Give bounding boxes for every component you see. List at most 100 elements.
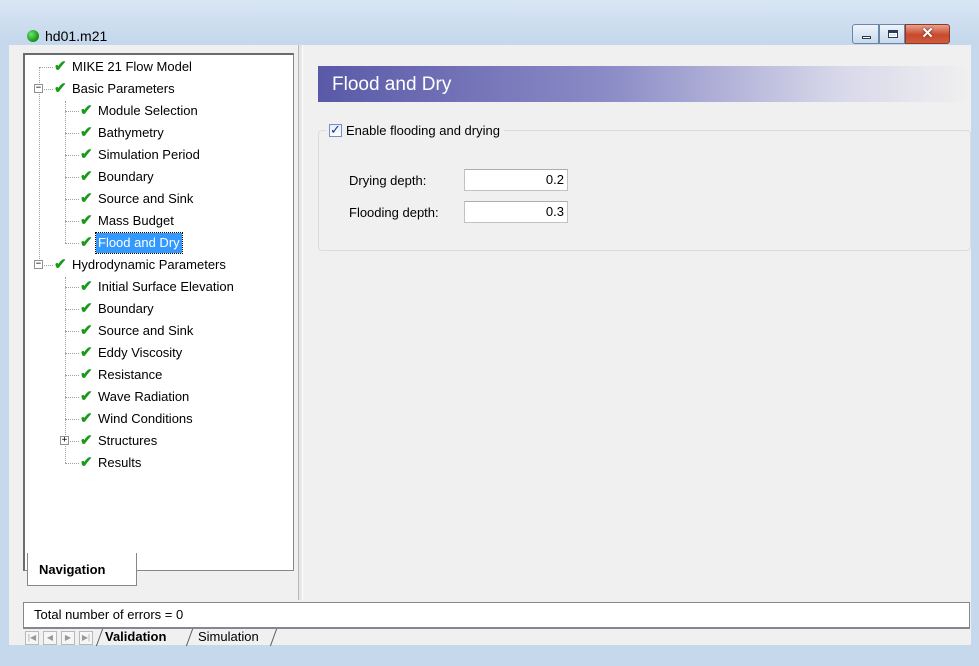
tree-item[interactable]: ✔ Bathymetry — [25, 123, 290, 143]
tree-item-label: Flood and Dry — [95, 232, 183, 254]
tree-item[interactable]: ✔ Source and Sink — [25, 321, 290, 341]
maximize-button[interactable] — [879, 24, 905, 44]
check-icon: ✔ — [80, 146, 93, 163]
title-bar[interactable]: hd01.m21 ✕ — [0, 0, 979, 44]
client-area: ✔ MIKE 21 Flow Model − ✔ Basic Parameters ✔ Mo… — [9, 45, 971, 646]
prev-tab-icon[interactable]: ◀ — [43, 631, 57, 645]
tree-item[interactable]: ✔ MIKE 21 Flow Model — [25, 57, 290, 77]
tree-item-label: Eddy Viscosity — [98, 345, 183, 360]
enable-flooding-label: Enable flooding and drying — [346, 123, 500, 138]
tree-item[interactable]: ✔ Source and Sink — [25, 189, 290, 209]
tree-item[interactable]: ✔ Mass Budget — [25, 211, 290, 231]
tree-item[interactable]: − ✔ Basic Parameters — [25, 79, 290, 99]
check-icon: ✔ — [80, 366, 93, 383]
tree-connector — [65, 199, 79, 200]
tree-item[interactable]: ✔ Wind Conditions — [25, 409, 290, 429]
check-icon: ✔ — [80, 300, 93, 317]
tree-connector — [65, 353, 79, 354]
flooding-depth-input[interactable]: 0.3 — [464, 201, 568, 223]
check-icon: ✔ — [80, 124, 93, 141]
drying-depth-label: Drying depth: — [349, 173, 427, 188]
validation-message: Total number of errors = 0 — [23, 602, 970, 628]
collapse-icon[interactable]: − — [34, 84, 43, 93]
page-header: Flood and Dry — [318, 66, 971, 102]
navigation-tree[interactable]: ✔ MIKE 21 Flow Model − ✔ Basic Parameters ✔ Mo… — [23, 53, 294, 571]
tab-simulation[interactable]: Simulation — [198, 629, 259, 646]
tree-item[interactable]: − ✔ Hydrodynamic Parameters — [25, 255, 290, 275]
check-icon: ✔ — [80, 278, 93, 295]
tree-item-label: Resistance — [98, 367, 163, 382]
drying-depth-input[interactable]: 0.2 — [464, 169, 568, 191]
next-tab-icon[interactable]: ▶ — [61, 631, 75, 645]
tree-item-label: Initial Surface Elevation — [98, 279, 234, 294]
tree-item-label: Bathymetry — [98, 125, 164, 140]
tab-navigation[interactable]: Navigation — [27, 553, 137, 586]
check-icon: ✔ — [80, 388, 93, 405]
first-tab-icon[interactable]: |◀ — [25, 631, 39, 645]
validation-tab-bar: |◀ ◀ ▶ ▶| Validation Simulation — [23, 628, 970, 646]
window-title: hd01.m21 — [45, 28, 108, 44]
enable-flooding-checkbox[interactable]: Enable flooding and drying — [326, 122, 504, 140]
check-icon: ✔ — [80, 212, 93, 229]
tree-connector — [65, 419, 79, 420]
navigation-panel: ✔ MIKE 21 Flow Model − ✔ Basic Parameters ✔ Mo… — [9, 45, 298, 600]
close-button[interactable]: ✕ — [905, 24, 950, 44]
maximize-icon — [888, 30, 898, 38]
tree-item-label: Hydrodynamic Parameters — [72, 257, 226, 272]
tree-item[interactable]: ✔ Simulation Period — [25, 145, 290, 165]
tree-item-label: Wave Radiation — [98, 389, 190, 404]
checkbox-checked-icon[interactable] — [329, 122, 342, 140]
tree-connector — [65, 177, 79, 178]
check-icon: ✔ — [80, 432, 93, 449]
minimize-button[interactable] — [852, 24, 879, 44]
check-icon: ✔ — [54, 80, 67, 97]
tree-connector — [39, 67, 53, 68]
tree-connector — [65, 111, 79, 112]
tree-item[interactable]: ✔ Flood and Dry — [25, 232, 290, 254]
tree-item[interactable]: ✔ Initial Surface Elevation — [25, 277, 290, 297]
tree-item[interactable]: + ✔ Structures — [25, 431, 290, 451]
check-icon: ✔ — [80, 234, 93, 251]
tree-connector — [65, 287, 79, 288]
check-icon: ✔ — [80, 454, 93, 471]
app-status-icon — [27, 30, 39, 42]
check-icon: ✔ — [80, 344, 93, 361]
last-tab-icon[interactable]: ▶| — [79, 631, 93, 645]
tree-item-label: Mass Budget — [98, 213, 174, 228]
flood-dry-group — [318, 130, 971, 251]
close-icon: ✕ — [921, 25, 934, 42]
tree-item-label: Source and Sink — [98, 323, 194, 338]
tree-connector — [65, 309, 79, 310]
tree-connector — [65, 397, 79, 398]
tab-divider — [269, 629, 278, 646]
tree-item-label: Boundary — [98, 169, 154, 184]
tree-item[interactable]: ✔ Wave Radiation — [25, 387, 290, 407]
tree-item-label: Results — [98, 455, 142, 470]
check-icon: ✔ — [80, 410, 93, 427]
tab-validation[interactable]: Validation — [105, 629, 166, 646]
tree-connector — [65, 133, 79, 134]
tree-item[interactable]: ✔ Results — [25, 453, 290, 473]
tree-item-label: MIKE 21 Flow Model — [72, 59, 192, 74]
tree-item-label: Module Selection — [98, 103, 198, 118]
tree-item[interactable]: ✔ Module Selection — [25, 101, 290, 121]
tree-item-label: Simulation Period — [98, 147, 200, 162]
tree-item[interactable]: ✔ Resistance — [25, 365, 290, 385]
tree-connector — [65, 331, 79, 332]
tree-item[interactable]: ✔ Boundary — [25, 299, 290, 319]
check-icon: ✔ — [54, 58, 67, 75]
collapse-icon[interactable]: − — [34, 260, 43, 269]
panel-splitter[interactable] — [298, 45, 303, 600]
tree-connector — [65, 375, 79, 376]
tree-item[interactable]: ✔ Eddy Viscosity — [25, 343, 290, 363]
expand-icon[interactable]: + — [60, 436, 69, 445]
check-icon: ✔ — [80, 168, 93, 185]
check-icon: ✔ — [80, 190, 93, 207]
tree-item-label: Structures — [98, 433, 158, 448]
app-window: hd01.m21 ✕ ✔ MIKE 21 Flow Model − ✔ Basic Pa… — [0, 0, 979, 666]
tree-item[interactable]: ✔ Boundary — [25, 167, 290, 187]
check-icon: ✔ — [54, 256, 67, 273]
tab-divider — [95, 629, 104, 646]
content-panel: Flood and Dry Enable flooding and drying… — [304, 45, 971, 600]
tree-connector — [65, 221, 79, 222]
